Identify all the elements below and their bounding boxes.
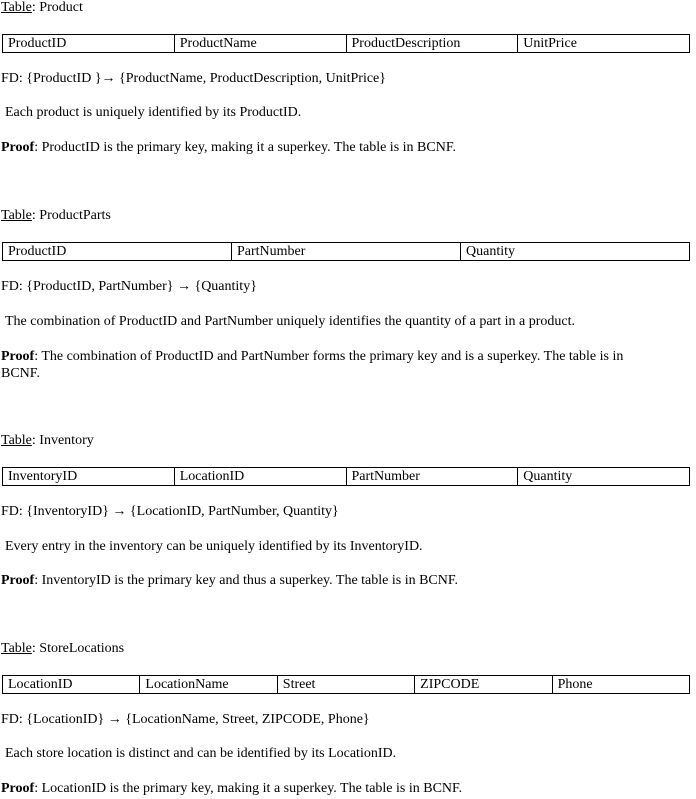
section-title-product: Table: Product [1, 0, 83, 15]
functional-dependency: FD: {LocationID} → {LocationName, Street… [1, 712, 370, 727]
section-title-inventory: Table: Inventory [1, 433, 94, 448]
schema-column: ZIPCODE [414, 675, 553, 694]
schema-column: UnitPrice [517, 34, 690, 53]
proof-text: Proof: ProductID is the primary key, mak… [1, 140, 456, 156]
table-label: Table [1, 641, 32, 656]
table-name: ProductParts [39, 208, 111, 223]
schema-column: ProductName [173, 34, 347, 53]
schema-column: Phone [551, 675, 691, 694]
table-name: Product [39, 0, 83, 15]
schema-table-productparts: ProductID PartNumber Quantity [2, 242, 690, 261]
proof-text: Proof: The combination of ProductID and … [1, 348, 651, 382]
section-title-storelocations: Table: StoreLocations [1, 641, 125, 656]
section-title-productparts: Table: ProductParts [1, 208, 111, 223]
schema-column: PartNumber [345, 467, 519, 486]
schema-table-product: ProductID ProductName ProductDescription… [2, 34, 690, 53]
schema-column: LocationID [1, 675, 141, 694]
proof-body: : LocationID is the primary key, making … [34, 781, 463, 796]
proof-body: : The combination of ProductID and PartN… [1, 349, 624, 381]
explanation-text: The combination of ProductID and PartNum… [5, 314, 575, 329]
explanation-text: Every entry in the inventory can be uniq… [5, 539, 423, 554]
proof-body: : InventoryID is the primary key and thu… [34, 573, 459, 588]
schema-column: LocationID [173, 467, 347, 486]
explanation-text: Each product is uniquely identified by i… [5, 105, 302, 120]
schema-column: LocationName [139, 675, 278, 694]
proof-label: Proof [1, 781, 35, 796]
proof-label: Proof [1, 573, 35, 588]
schema-column: ProductID [2, 242, 232, 261]
schema-column: PartNumber [231, 242, 461, 261]
proof-label: Proof [1, 140, 35, 155]
table-name: Inventory [39, 433, 94, 448]
functional-dependency: FD: {ProductID }→ {ProductName, ProductD… [1, 71, 386, 86]
explanation-text: Each store location is distinct and can … [5, 746, 397, 761]
schema-column: ProductDescription [345, 34, 519, 53]
functional-dependency: FD: {ProductID, PartNumber} → {Quantity} [1, 279, 257, 294]
schema-column: ProductID [2, 34, 175, 53]
table-label: Table [1, 0, 32, 15]
proof-text: Proof: LocationID is the primary key, ma… [1, 781, 462, 797]
proof-label: Proof [1, 349, 35, 364]
proof-body: : ProductID is the primary key, making i… [34, 140, 456, 155]
schema-column: Quantity [517, 467, 690, 486]
schema-column: Street [276, 675, 416, 694]
table-label: Table [1, 433, 32, 448]
proof-text: Proof: InventoryID is the primary key an… [1, 573, 458, 589]
table-label: Table [1, 208, 32, 223]
schema-column: Quantity [460, 242, 690, 261]
schema-table-inventory: InventoryID LocationID PartNumber Quanti… [2, 467, 690, 486]
table-name: StoreLocations [39, 641, 125, 656]
schema-table-storelocations: LocationID LocationName Street ZIPCODE P… [1, 675, 691, 694]
functional-dependency: FD: {InventoryID} → {LocationID, PartNum… [1, 504, 339, 519]
schema-column: InventoryID [2, 467, 175, 486]
